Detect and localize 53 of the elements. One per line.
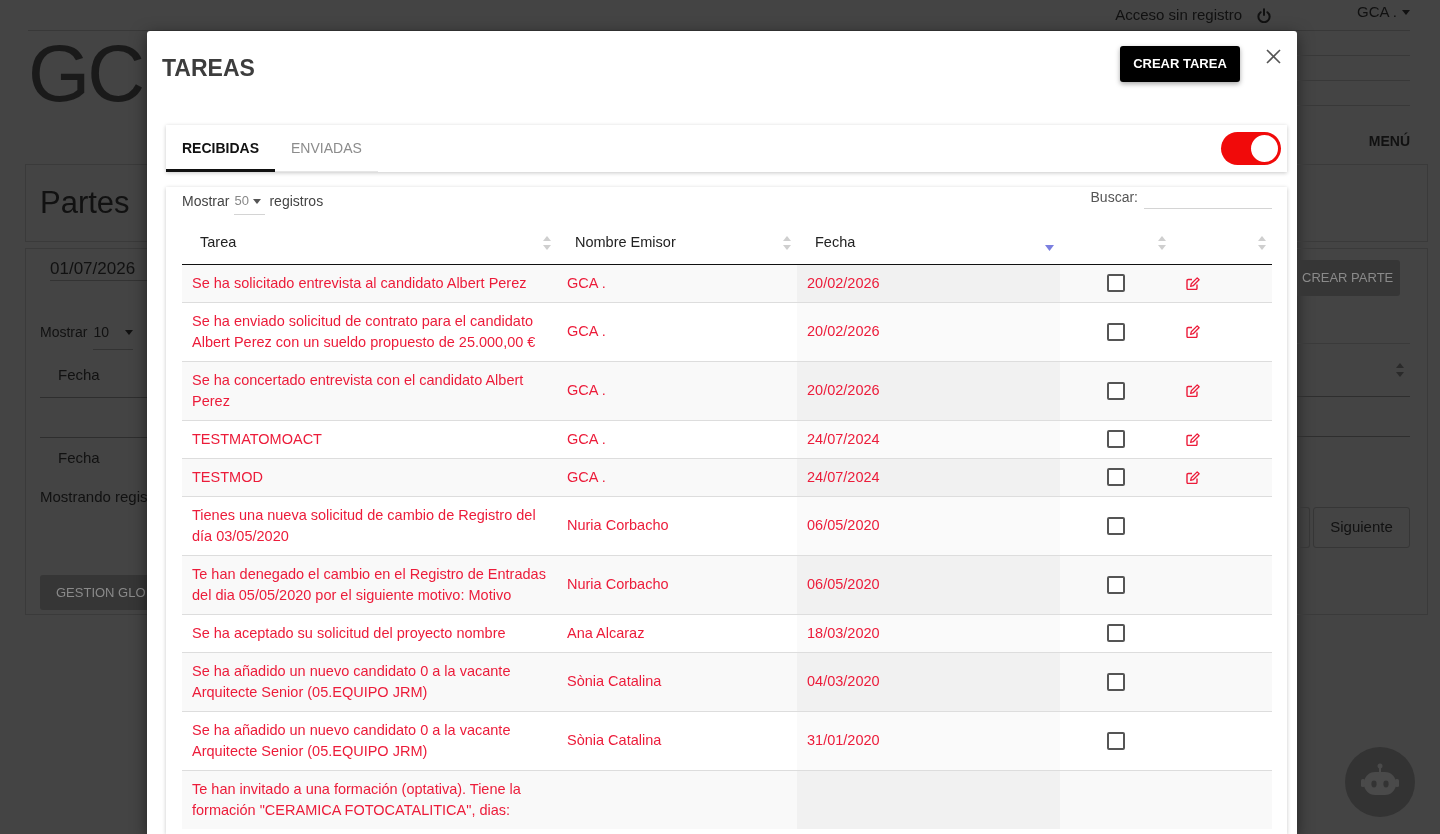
checkbox[interactable] (1107, 516, 1125, 535)
column-header[interactable]: Tarea (200, 231, 237, 254)
table-cell: 06/05/2020 (797, 496, 1060, 555)
create-part-button[interactable]: CREAR PARTE (1297, 260, 1400, 296)
table-cell: Se ha concertado entrevista con el candidato Albert Perez (182, 361, 557, 420)
table-cell: 20/02/2026 (797, 361, 1060, 420)
checkbox[interactable] (1107, 672, 1125, 691)
checkbox[interactable] (1107, 575, 1125, 594)
table-cell: 24/07/2024 (797, 420, 1060, 458)
checkbox[interactable] (1107, 624, 1125, 642)
close-icon[interactable] (1266, 49, 1281, 64)
page-length-select[interactable]: 50 (234, 191, 266, 215)
sort-descending-icon[interactable] (1045, 244, 1054, 251)
create-task-button[interactable]: CREAR TAREA (1120, 46, 1240, 82)
edit-icon[interactable] (1186, 325, 1200, 338)
column-header[interactable]: Fecha (815, 231, 856, 254)
checkbox[interactable] (1107, 430, 1125, 448)
table-cell: Nuria Corbacho (557, 555, 797, 614)
checkbox[interactable] (1107, 468, 1125, 486)
table-cell: 20/02/2026 (797, 264, 1060, 302)
table-cell: Te han denegado el cambio en el Registro de Entradas del dia 05/05/2020 por el siguiente motivo: Motivo (182, 555, 557, 614)
edit-icon[interactable] (1186, 384, 1200, 397)
table-cell: 06/05/2020 (797, 555, 1060, 614)
table-cell: 24/07/2024 (797, 458, 1060, 496)
table-cell: Se ha añadido un nuevo candidato 0 a la vacante Arquitecte Senior (05.EQUIPO JRM) (182, 652, 557, 711)
table-cell: GCA . (557, 264, 797, 302)
modal-title: TAREAS (162, 55, 255, 81)
table-cell: TESTMOD (182, 458, 557, 496)
table-cell: 20/02/2026 (797, 302, 1060, 361)
table-cell: GCA . (557, 458, 797, 496)
tab[interactable]: RECIBIDAS (166, 125, 275, 172)
tab[interactable]: ENVIADAS (275, 125, 378, 172)
edit-icon[interactable] (1186, 470, 1200, 484)
length-suffix: registros (269, 192, 324, 211)
checkbox[interactable] (1107, 322, 1125, 341)
table-cell: Se ha solicitado entrevista al candidato Albert Perez (182, 264, 557, 302)
table-cell: 18/03/2020 (797, 614, 1060, 652)
caret-icon[interactable] (252, 198, 261, 204)
checkbox[interactable] (1107, 731, 1125, 750)
gestion-button[interactable]: GESTION GLO (40, 575, 147, 610)
table-cell: Te han invitado a una formación (optativa). Tiene la formación "CERAMICA FOTOCATALITICA", dias: (182, 770, 557, 829)
toggle-switch[interactable] (1221, 132, 1281, 165)
search-label: Buscar: (1090, 188, 1138, 207)
table-cell: 31/01/2020 (797, 711, 1060, 770)
column-header[interactable]: Nombre Emisor (575, 231, 676, 254)
table-cell: 04/03/2020 (797, 652, 1060, 711)
table-cell: GCA . (557, 361, 797, 420)
edit-icon[interactable] (1186, 276, 1200, 290)
edit-icon[interactable] (1186, 432, 1200, 446)
checkbox[interactable] (1107, 274, 1125, 292)
checkbox[interactable] (1107, 381, 1125, 400)
table-cell: Sònia Catalina (557, 652, 797, 711)
length-label: Mostrar (182, 192, 230, 211)
